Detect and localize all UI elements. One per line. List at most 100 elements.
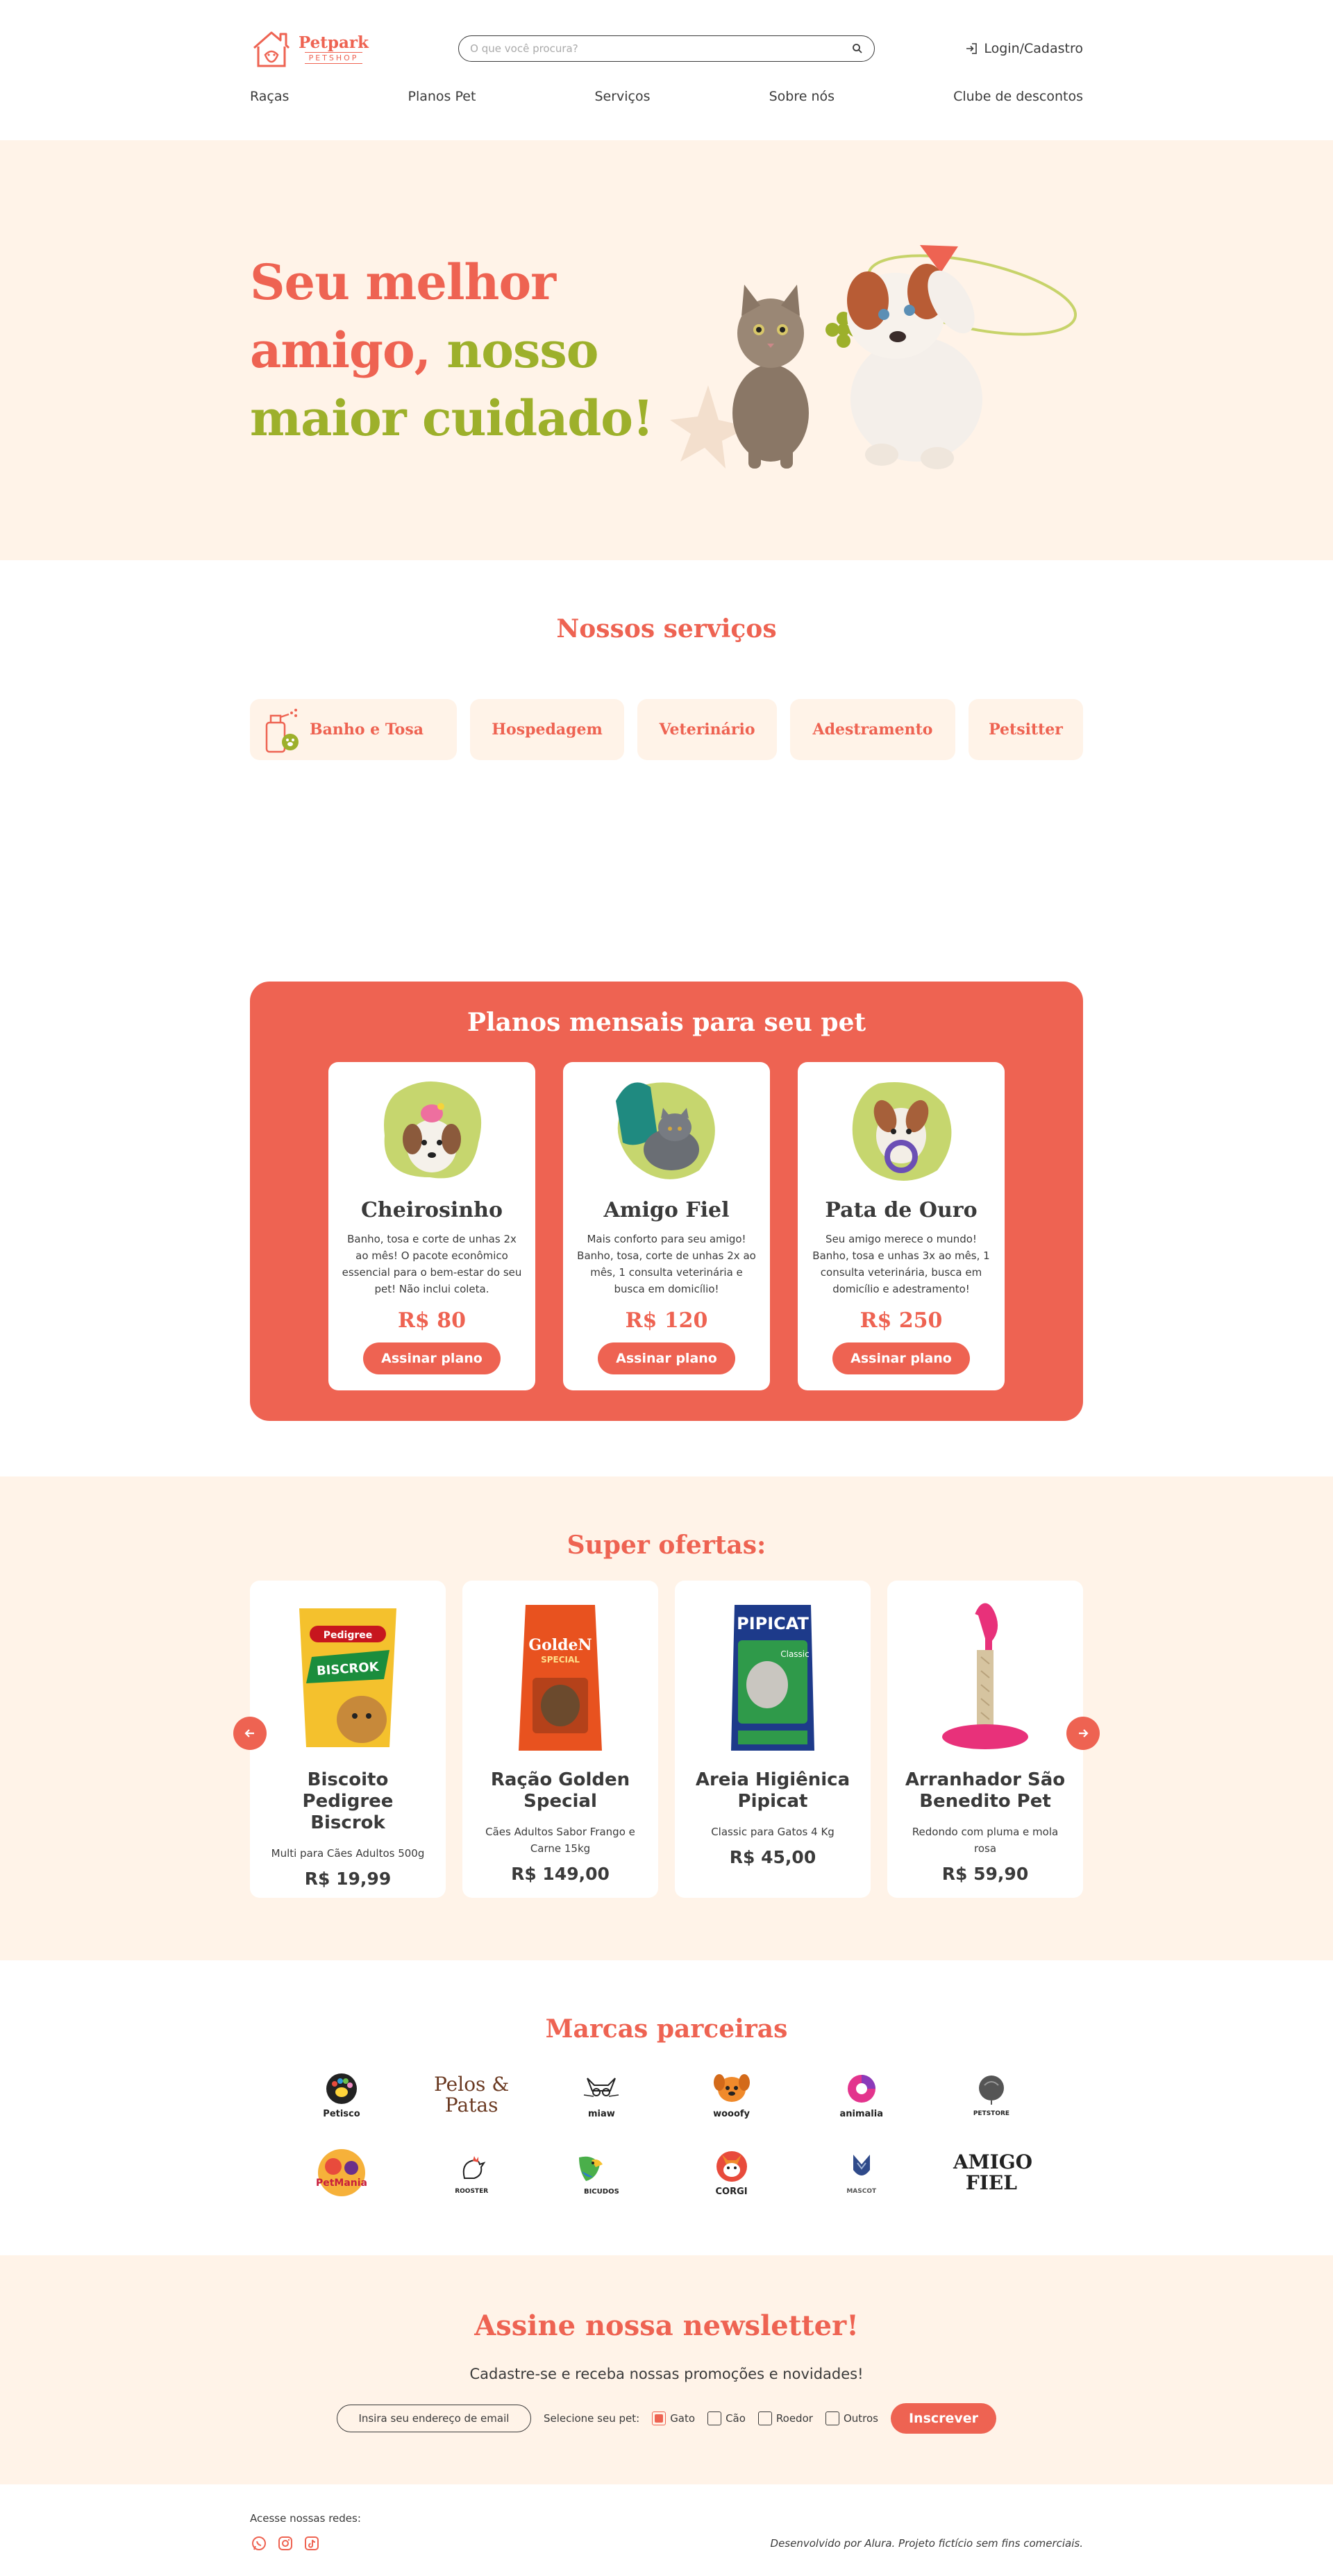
site-footer: Acesse nossas redes: Desenvolvido por Al… — [0, 2484, 1333, 2576]
tab-label: Veterinário — [659, 721, 755, 739]
product-image: PIPICAT Classic — [731, 1605, 814, 1751]
nav-clube-descontos[interactable]: Clube de descontos — [953, 89, 1083, 104]
brand-logo-pelos-patas[interactable]: Pelos & Patas — [430, 2066, 513, 2124]
checkbox-roedor[interactable]: Roedor — [757, 2411, 813, 2425]
plan-name: Amigo Fiel — [603, 1198, 730, 1222]
brand-logo-corgi[interactable]: CORGI — [690, 2144, 773, 2202]
checkbox-cao[interactable]: Cão — [707, 2411, 746, 2425]
brand-logo-wooofy[interactable]: wooofy — [690, 2066, 773, 2124]
plan-price: R$ 120 — [625, 1308, 708, 1333]
hero-line-2a: amigo, — [250, 321, 431, 379]
grooming-spray-icon — [265, 709, 299, 753]
brand-logo-rooster[interactable]: ROOSTER — [430, 2144, 513, 2202]
product-description: Multi para Cães Adultos 500g — [271, 1847, 425, 1860]
hero-title: Seu melhor amigo, nosso maior cuidado! — [250, 249, 666, 453]
subscribe-newsletter-button[interactable]: Inscrever — [890, 2403, 997, 2434]
offers-title: Super ofertas: — [567, 1531, 766, 1560]
product-price: R$ 45,00 — [729, 1847, 816, 1867]
search-icon[interactable] — [852, 43, 863, 54]
tab-adestramento[interactable]: Adestramento — [790, 699, 955, 760]
nav-servicos[interactable]: Serviços — [594, 89, 650, 104]
checkbox-box[interactable] — [652, 2411, 666, 2425]
arrow-left-icon — [244, 1729, 254, 1737]
logo-tagline: PETSHOP — [304, 52, 363, 64]
checkbox-box[interactable] — [757, 2411, 772, 2425]
services-section: Nossos serviços Banho e Tosa Hospedagem … — [0, 560, 1333, 876]
logo-name: Petpark — [299, 33, 369, 52]
hero-section: Seu melhor amigo, nosso maior cuidado! — [0, 140, 1333, 560]
logo-house-icon — [253, 31, 290, 67]
brand-logo-petmania[interactable]: PetMania — [300, 2144, 383, 2202]
animalia-mark-icon — [847, 2074, 875, 2103]
product-price: R$ 19,99 — [304, 1869, 392, 1889]
search-input[interactable] — [470, 42, 832, 55]
brand-name: CORGI — [715, 2186, 748, 2197]
main-nav: Raças Planos Pet Serviços Sobre nós Club… — [250, 89, 1083, 104]
brand-name: MASCOT — [846, 2188, 877, 2195]
brand-name: Petisco — [323, 2108, 360, 2119]
logo[interactable]: Petpark PETSHOP — [250, 27, 369, 70]
nav-racas[interactable]: Raças — [250, 89, 289, 104]
paw-icon — [326, 2073, 357, 2104]
tab-petsitter[interactable]: Petsitter — [969, 699, 1083, 760]
brand-logo-mascot[interactable]: MASCOT — [820, 2144, 903, 2202]
tab-hospedagem[interactable]: Hospedagem — [470, 699, 624, 760]
login-label: Login/Cadastro — [984, 41, 1083, 56]
product-name: Areia Higiênica Pipicat — [695, 1769, 850, 1812]
pack-product-text: Classic — [780, 1649, 810, 1659]
brand-logo-amigo-fiel[interactable]: AMIGO FIEL — [950, 2144, 1033, 2202]
product-price: R$ 59,90 — [941, 1864, 1029, 1884]
brand-name: AMIGO FIEL — [953, 2150, 1033, 2194]
plan-description: Banho, tosa e corte de unhas 2x ao mês! … — [342, 1233, 522, 1295]
brand-logo-petstore[interactable]: PETSTORE — [950, 2066, 1033, 2124]
product-description: Cães Adultos Sabor Frango e Carne 15kg — [485, 1826, 635, 1855]
subscribe-plan-button[interactable]: Assinar plano — [832, 1342, 970, 1374]
plan-card-amigo-fiel: Amigo Fiel Mais conforto para seu amigo!… — [563, 1062, 770, 1390]
checkbox-box[interactable] — [707, 2411, 722, 2425]
subscribe-plan-button[interactable]: Assinar plano — [363, 1342, 501, 1374]
nav-planos-pet[interactable]: Planos Pet — [408, 89, 476, 104]
carousel-next-button[interactable] — [1066, 1717, 1100, 1750]
nav-sobre-nos[interactable]: Sobre nós — [769, 89, 835, 104]
brand-logo-animalia[interactable]: animalia — [820, 2066, 903, 2124]
brand-logo-petisco[interactable]: Petisco — [300, 2066, 383, 2124]
dog-face-icon — [713, 2073, 750, 2102]
cat-face-icon — [584, 2077, 619, 2097]
tab-label: Hospedagem — [492, 721, 603, 739]
tab-banho-e-tosa[interactable]: Banho e Tosa — [250, 699, 457, 760]
checkbox-outros[interactable]: Outros — [825, 2411, 878, 2425]
carousel-prev-button[interactable] — [233, 1717, 267, 1750]
email-field[interactable] — [336, 2405, 531, 2432]
brand-name: Pelos & Patas — [434, 2073, 510, 2116]
plan-price: R$ 250 — [860, 1308, 943, 1333]
offer-card[interactable]: PIPICAT Classic Areia Higiênica Pipicat … — [675, 1581, 871, 1898]
offer-card[interactable]: Pedigree BISCROK Biscoito Pedigree Biscr… — [250, 1581, 446, 1898]
checkbox-label: Gato — [670, 2412, 696, 2425]
login-link[interactable]: Login/Cadastro — [964, 41, 1083, 56]
product-description: Redondo com pluma e mola rosa — [912, 1826, 1059, 1855]
login-icon — [966, 43, 978, 54]
subscribe-plan-button[interactable]: Assinar plano — [598, 1342, 735, 1374]
tab-veterinario[interactable]: Veterinário — [637, 699, 777, 760]
brand-logo-bicudos[interactable]: BICUDOS — [560, 2144, 643, 2202]
pack-product-text: SPECIAL — [541, 1655, 580, 1665]
hero-illustration — [666, 219, 1083, 482]
offers-carousel: Pedigree BISCROK Biscoito Pedigree Biscr… — [233, 1581, 1100, 1898]
checkbox-gato[interactable]: Gato — [652, 2411, 695, 2425]
plan-description: Seu amigo merece o mundo! Banho, tosa e … — [812, 1233, 990, 1295]
services-title: Nossos serviços — [556, 614, 777, 643]
whatsapp-icon[interactable] — [250, 2534, 268, 2552]
pack-brand-text: PIPICAT — [737, 1614, 809, 1633]
tiktok-icon[interactable] — [303, 2534, 321, 2552]
brand-name: PETSTORE — [973, 2110, 1010, 2117]
offer-card[interactable]: GoldeN SPECIAL Ração Golden Special Cães… — [462, 1581, 658, 1898]
instagram-icon[interactable] — [276, 2534, 294, 2552]
brand-logo-miaw[interactable]: miaw — [560, 2066, 643, 2124]
tab-label: Banho e Tosa — [310, 721, 424, 739]
footer-credit: Desenvolvido por Alura. Projeto fictício… — [770, 2537, 1083, 2550]
hero-line-3: maior cuidado! — [250, 389, 654, 447]
brand-name: ROOSTER — [455, 2188, 489, 2195]
checkbox-label: Outros — [843, 2412, 878, 2425]
offer-card[interactable]: Arranhador São Benedito Pet Redondo com … — [887, 1581, 1083, 1898]
checkbox-box[interactable] — [825, 2411, 839, 2425]
